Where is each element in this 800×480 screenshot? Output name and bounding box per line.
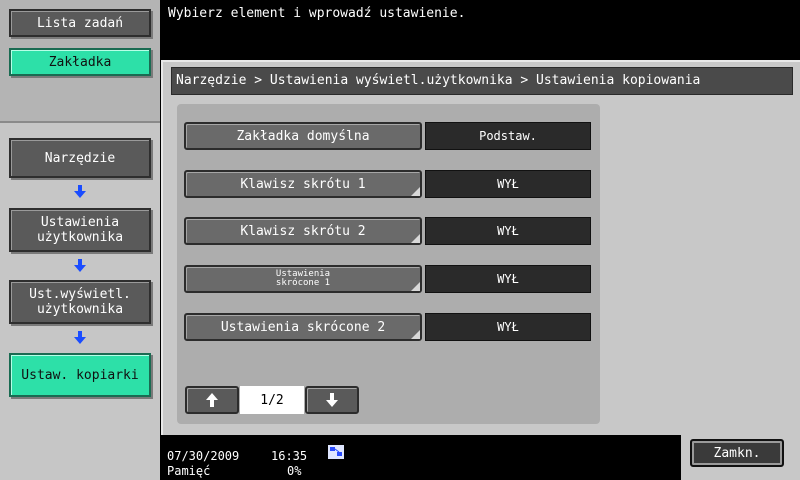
shortcut-key-2-value: WYŁ	[425, 217, 591, 245]
status-date: 07/30/2009	[167, 449, 240, 463]
setting-label: Ustawienia skrócone 1	[275, 269, 331, 288]
network-icon	[328, 444, 344, 459]
shortcut-key-2-button[interactable]: Klawisz skrótu 2	[184, 217, 422, 245]
memory-value: 0%	[287, 464, 302, 478]
nav-step-copier-settings[interactable]: Ustaw. kopiarki	[9, 353, 151, 397]
shortcut-key-1-value: WYŁ	[425, 170, 591, 198]
arrow-down-icon	[74, 185, 86, 199]
setting-label: Ustawienia skrócone 2	[220, 319, 386, 335]
quick-settings-1-value: WYŁ	[425, 265, 591, 293]
page-up-button[interactable]	[185, 386, 239, 414]
setting-label: Zakładka domyślna	[236, 128, 370, 144]
quick-settings-1-button[interactable]: Ustawienia skrócone 1	[184, 265, 422, 293]
breadcrumb: Narzędzie > Ustawienia wyświetl.użytkown…	[171, 67, 793, 95]
arrow-down-icon	[74, 259, 86, 273]
submenu-corner-icon	[411, 187, 420, 196]
arrow-down-icon	[74, 331, 86, 345]
status-time: 16:35	[271, 449, 308, 463]
page-down-button[interactable]	[305, 386, 359, 414]
arrow-up-icon	[206, 393, 218, 407]
memory-label: Pamięć	[167, 464, 211, 478]
default-tab-button[interactable]: Zakładka domyślna	[184, 122, 422, 150]
nav-step-user-settings[interactable]: Ustawienia użytkownika	[9, 208, 151, 252]
shortcut-key-1-button[interactable]: Klawisz skrótu 1	[184, 170, 422, 198]
default-tab-value: Podstaw.	[425, 122, 591, 150]
tab-button[interactable]: Zakładka	[9, 48, 151, 76]
setting-label: Klawisz skrótu 1	[240, 176, 366, 192]
submenu-corner-icon	[411, 234, 420, 243]
quick-settings-2-button[interactable]: Ustawienia skrócone 2	[184, 313, 422, 341]
submenu-corner-icon	[411, 330, 420, 339]
nav-step-tool[interactable]: Narzędzie	[9, 138, 151, 178]
nav-step-display-settings[interactable]: Ust.wyświetl. użytkownika	[9, 280, 151, 324]
setting-label: Klawisz skrótu 2	[240, 223, 366, 239]
arrow-down-icon	[326, 393, 338, 407]
instruction-message: Wybierz element i wprowadź ustawienie.	[168, 6, 466, 21]
page-indicator: 1/2	[240, 386, 304, 414]
submenu-corner-icon	[411, 282, 420, 291]
settings-area	[177, 104, 600, 424]
close-button[interactable]: Zamkn.	[690, 439, 784, 467]
job-list-button[interactable]: Lista zadań	[9, 9, 151, 37]
quick-settings-2-value: WYŁ	[425, 313, 591, 341]
